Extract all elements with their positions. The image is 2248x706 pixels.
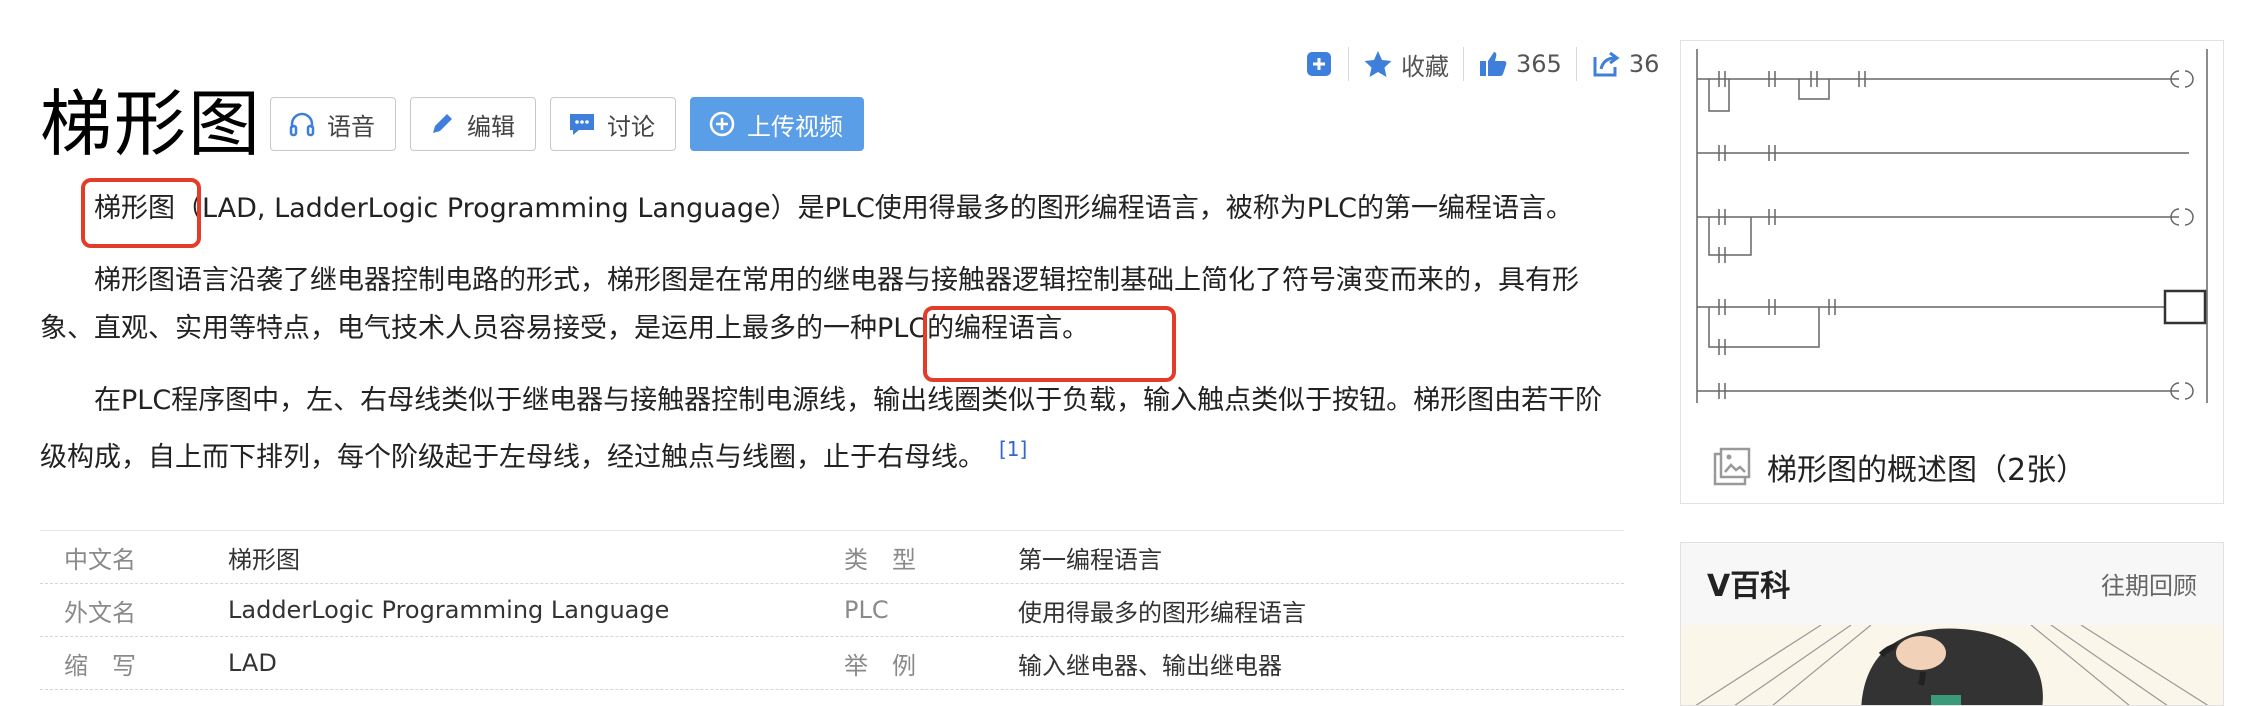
info-value: 输入继电器、输出继电器: [1018, 651, 1282, 680]
ladder-diagram-image: [1696, 49, 2208, 403]
like-button[interactable]: 365: [1464, 44, 1576, 84]
vbaike-card: V百科 往期回顾: [1680, 542, 2224, 706]
paragraph-2: 梯形图语言沿袭了继电器控制电路的形式，梯形图是在常用的继电器与接触器逻辑控制基础…: [40, 265, 1579, 344]
plus-square-icon: [1307, 52, 1331, 76]
chat-bubble-icon: [570, 114, 594, 135]
discuss-button[interactable]: 讨论: [550, 97, 676, 151]
favorite-button[interactable]: 收藏: [1349, 44, 1463, 84]
reference-link[interactable]: [1]: [999, 437, 1027, 461]
voice-button[interactable]: 语音: [270, 97, 396, 151]
upload-video-button[interactable]: 上传视频: [690, 97, 864, 151]
vbaike-header: V百科 往期回顾: [1681, 543, 2223, 623]
image-caption[interactable]: 梯形图的概述图（2张）: [1711, 445, 2086, 489]
page-title: 梯形图: [40, 82, 263, 166]
thumbs-up-icon: [1480, 52, 1507, 76]
title-toolbar: 语音 编辑 讨论 上传视频: [270, 97, 864, 151]
summary-image-card[interactable]: 梯形图的概述图（2张）: [1680, 40, 2224, 504]
paragraph-1: 梯形图（LAD, LadderLogic Programming Languag…: [40, 185, 1620, 233]
info-value: LadderLogic Programming Language: [228, 596, 670, 624]
annotation-box-plc-language: [923, 306, 1176, 382]
share-button[interactable]: 36: [1577, 44, 1674, 84]
info-key: 中文名: [64, 545, 136, 574]
pencil-icon: [433, 114, 452, 133]
info-value: 使用得最多的图形编程语言: [1018, 598, 1306, 627]
vbaike-video-thumbnail[interactable]: [1681, 624, 2223, 705]
add-button[interactable]: [1290, 44, 1348, 84]
info-key: 缩 写: [64, 651, 136, 680]
info-key: 外文名: [64, 598, 136, 627]
favorite-label: 收藏: [1401, 52, 1449, 81]
info-row: 中文名 梯形图 类 型 第一编程语言: [40, 530, 1624, 584]
paragraph-3-text: 在PLC程序图中，左、右母线类似于继电器与接触器控制电源线，输出线圈类似于负载，…: [40, 385, 1603, 473]
annotation-box-term: [81, 178, 201, 248]
share-icon: [1593, 51, 1620, 77]
image-caption-text: 梯形图的概述图（2张）: [1767, 453, 2087, 488]
info-value: 第一编程语言: [1018, 545, 1162, 574]
share-count: 36: [1628, 50, 1660, 78]
plus-circle-icon: [709, 111, 735, 137]
info-value: 梯形图: [228, 545, 300, 574]
voice-label: 语音: [327, 112, 375, 141]
paragraph-3: 在PLC程序图中，左、右母线类似于继电器与接触器控制电源线，输出线圈类似于负载，…: [40, 377, 1620, 482]
info-row: 外文名 LadderLogic Programming Language PLC…: [40, 584, 1624, 637]
edit-button[interactable]: 编辑: [410, 97, 536, 151]
info-key: 类 型: [844, 545, 916, 574]
paragraph-1-text: （LAD, LadderLogic Programming Language）是…: [175, 193, 1573, 224]
article-summary: 梯形图（LAD, LadderLogic Programming Languag…: [40, 185, 1620, 506]
edit-label: 编辑: [467, 112, 515, 141]
info-value: LAD: [228, 649, 277, 677]
like-count: 365: [1516, 50, 1562, 78]
info-row: 缩 写 LAD 举 例 输入继电器、输出继电器: [40, 637, 1624, 690]
headphones-icon: [289, 112, 315, 137]
vbaike-more-link[interactable]: 往期回顾: [2101, 566, 2197, 601]
article-action-bar: 收藏 365 36: [1290, 44, 1673, 84]
info-key: 举 例: [844, 651, 916, 680]
vbaike-title: V百科: [1707, 569, 1791, 604]
upload-video-label: 上传视频: [747, 112, 843, 141]
info-key: PLC: [844, 596, 889, 624]
info-table: 中文名 梯形图 类 型 第一编程语言 外文名 LadderLogic Progr…: [40, 530, 1624, 690]
comic-illustration: [1695, 624, 2209, 705]
discuss-label: 讨论: [607, 112, 655, 141]
star-icon: [1364, 51, 1392, 77]
image-gallery-icon: [1713, 447, 1751, 486]
